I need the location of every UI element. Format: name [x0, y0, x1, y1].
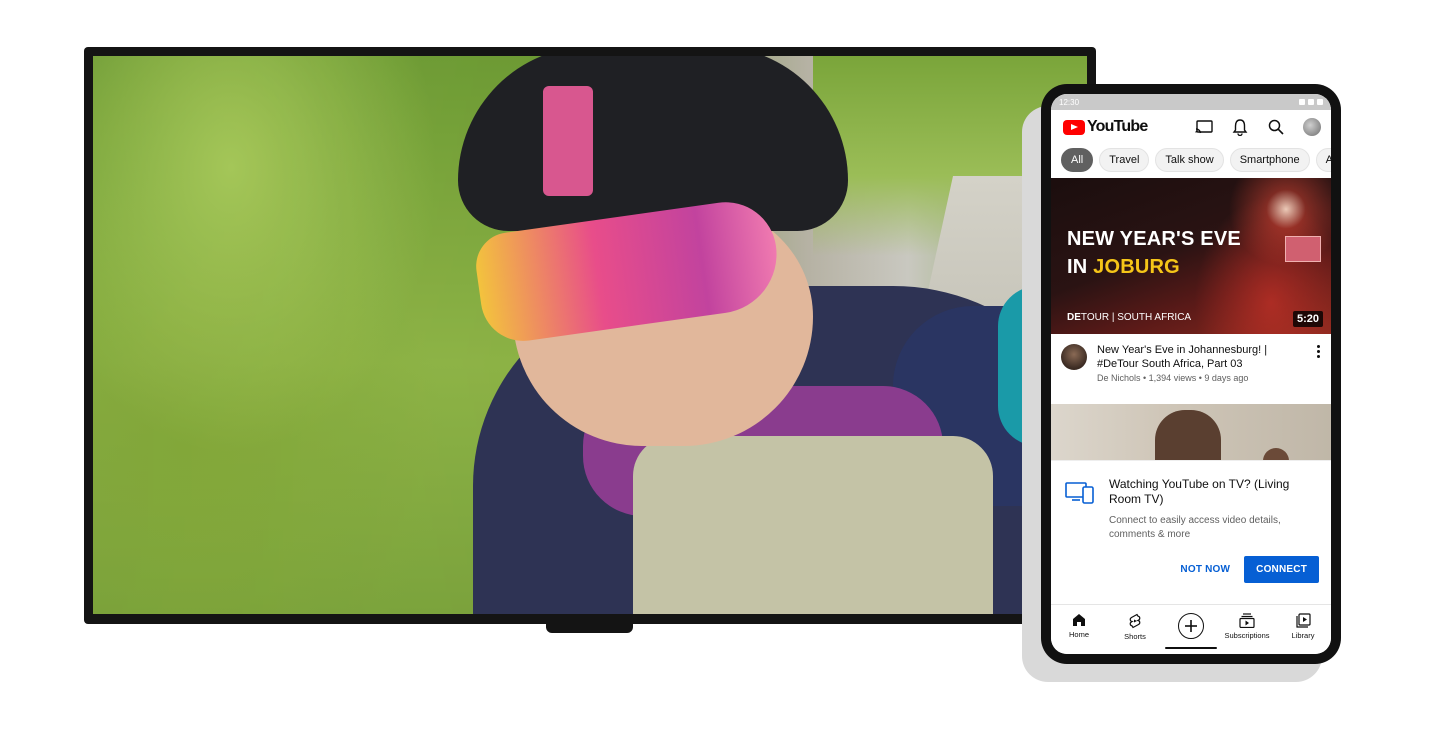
nav-home-label: Home [1068, 630, 1089, 639]
tv-frame [84, 47, 1096, 624]
prompt-actions: NOT NOW CONNECT [1065, 556, 1319, 583]
duration-badge: 5:20 [1292, 311, 1323, 327]
youtube-play-icon [1063, 119, 1085, 135]
next-thumbnail-person-2 [1263, 448, 1289, 460]
prompt-content: Watching YouTube on TV? (Living Room TV)… [1065, 477, 1319, 542]
nav-subscriptions-label: Subscriptions [1224, 631, 1270, 640]
shorts-icon [1129, 613, 1141, 629]
app-header: YouTube [1051, 110, 1331, 144]
chip-smartphone[interactable]: Smartphone [1229, 148, 1310, 172]
scene-rider-vest [633, 436, 993, 614]
tv-phone-icon [1065, 481, 1095, 505]
video-thumbnail[interactable]: NEW YEAR'S EVE IN JOBURG DETOUR | SOUTH … [1051, 178, 1331, 334]
chip-all[interactable]: All [1061, 148, 1094, 172]
nav-create[interactable] [1166, 613, 1216, 639]
search-icon[interactable] [1267, 118, 1285, 136]
nav-shorts-label: Shorts [1124, 632, 1146, 641]
create-plus-icon [1178, 613, 1204, 639]
more-options-icon[interactable] [1313, 343, 1323, 404]
gesture-home-indicator [1165, 647, 1217, 649]
connect-tv-prompt: Watching YouTube on TV? (Living Room TV)… [1051, 460, 1331, 596]
phone-screen: 12:30 YouTube All Travel Talk show Smart… [1051, 94, 1331, 654]
header-actions [1195, 118, 1321, 136]
prompt-title: Watching YouTube on TV? (Living Room TV) [1109, 477, 1290, 506]
phone-frame: 12:30 YouTube All Travel Talk show Smart… [1041, 84, 1341, 664]
video-subtitle: De Nichols • 1,394 views • 9 days ago [1097, 373, 1249, 383]
nav-library-label: Library [1291, 631, 1315, 640]
thumbnail-brand-rest: TOUR | SOUTH AFRICA [1080, 312, 1192, 323]
cast-icon[interactable] [1195, 118, 1213, 136]
nav-home[interactable]: Home [1054, 613, 1104, 639]
chip-travel[interactable]: Travel [1099, 148, 1150, 172]
next-video-thumbnail[interactable] [1051, 404, 1331, 460]
not-now-button[interactable]: NOT NOW [1176, 556, 1234, 583]
thumbnail-title-line1: NEW YEAR'S EVE [1067, 228, 1241, 250]
bell-icon[interactable] [1231, 118, 1249, 136]
video-details[interactable]: New Year's Eve in Johannesburg! | #DeTou… [1051, 334, 1331, 404]
thumbnail-stage-screen [1285, 236, 1321, 262]
battery-icon [1317, 99, 1323, 105]
tv-stand [546, 622, 633, 633]
nav-shorts[interactable]: Shorts [1110, 613, 1160, 641]
thumbnail-title-prefix: IN [1067, 256, 1094, 278]
thumbnail-title-highlight: JOBURG [1093, 256, 1180, 278]
channel-avatar[interactable] [1061, 344, 1087, 370]
thumbnail-brand: DETOUR | SOUTH AFRICA [1067, 312, 1191, 323]
prompt-description: Connect to easily access video details, … [1109, 515, 1281, 540]
video-text: New Year's Eve in Johannesburg! | #DeTou… [1097, 343, 1303, 404]
video-title[interactable]: New Year's Eve in Johannesburg! | #DeTou… [1097, 343, 1303, 371]
signal-icon [1308, 99, 1314, 105]
status-bar: 12:30 [1051, 94, 1331, 110]
chip-partial[interactable]: Ar [1315, 148, 1331, 172]
connect-button[interactable]: CONNECT [1244, 556, 1319, 583]
scene-helmet-stripe [543, 86, 593, 196]
library-icon [1295, 613, 1311, 628]
home-icon [1073, 614, 1085, 626]
status-time: 12:30 [1059, 97, 1080, 107]
next-thumbnail-person [1155, 410, 1221, 460]
filter-chips: All Travel Talk show Smartphone Ar [1051, 144, 1331, 178]
thumbnail-title-line2: IN JOBURG [1067, 256, 1180, 279]
scene-rider-helmet [458, 56, 848, 231]
wifi-icon [1299, 99, 1305, 105]
tv-video-playback[interactable] [93, 56, 1087, 614]
nav-library[interactable]: Library [1278, 613, 1328, 640]
chip-talk-show[interactable]: Talk show [1155, 148, 1224, 172]
subscriptions-icon [1239, 613, 1255, 628]
account-avatar[interactable] [1303, 118, 1321, 136]
youtube-logo[interactable]: YouTube [1063, 118, 1148, 136]
nav-subscriptions[interactable]: Subscriptions [1222, 613, 1272, 640]
status-icons [1299, 99, 1323, 105]
app-name: YouTube [1087, 118, 1148, 135]
bottom-navigation: Home Shorts Subscriptions Library [1051, 604, 1331, 654]
prompt-text: Watching YouTube on TV? (Living Room TV)… [1109, 477, 1319, 542]
thumbnail-brand-bold: DE [1067, 312, 1081, 323]
